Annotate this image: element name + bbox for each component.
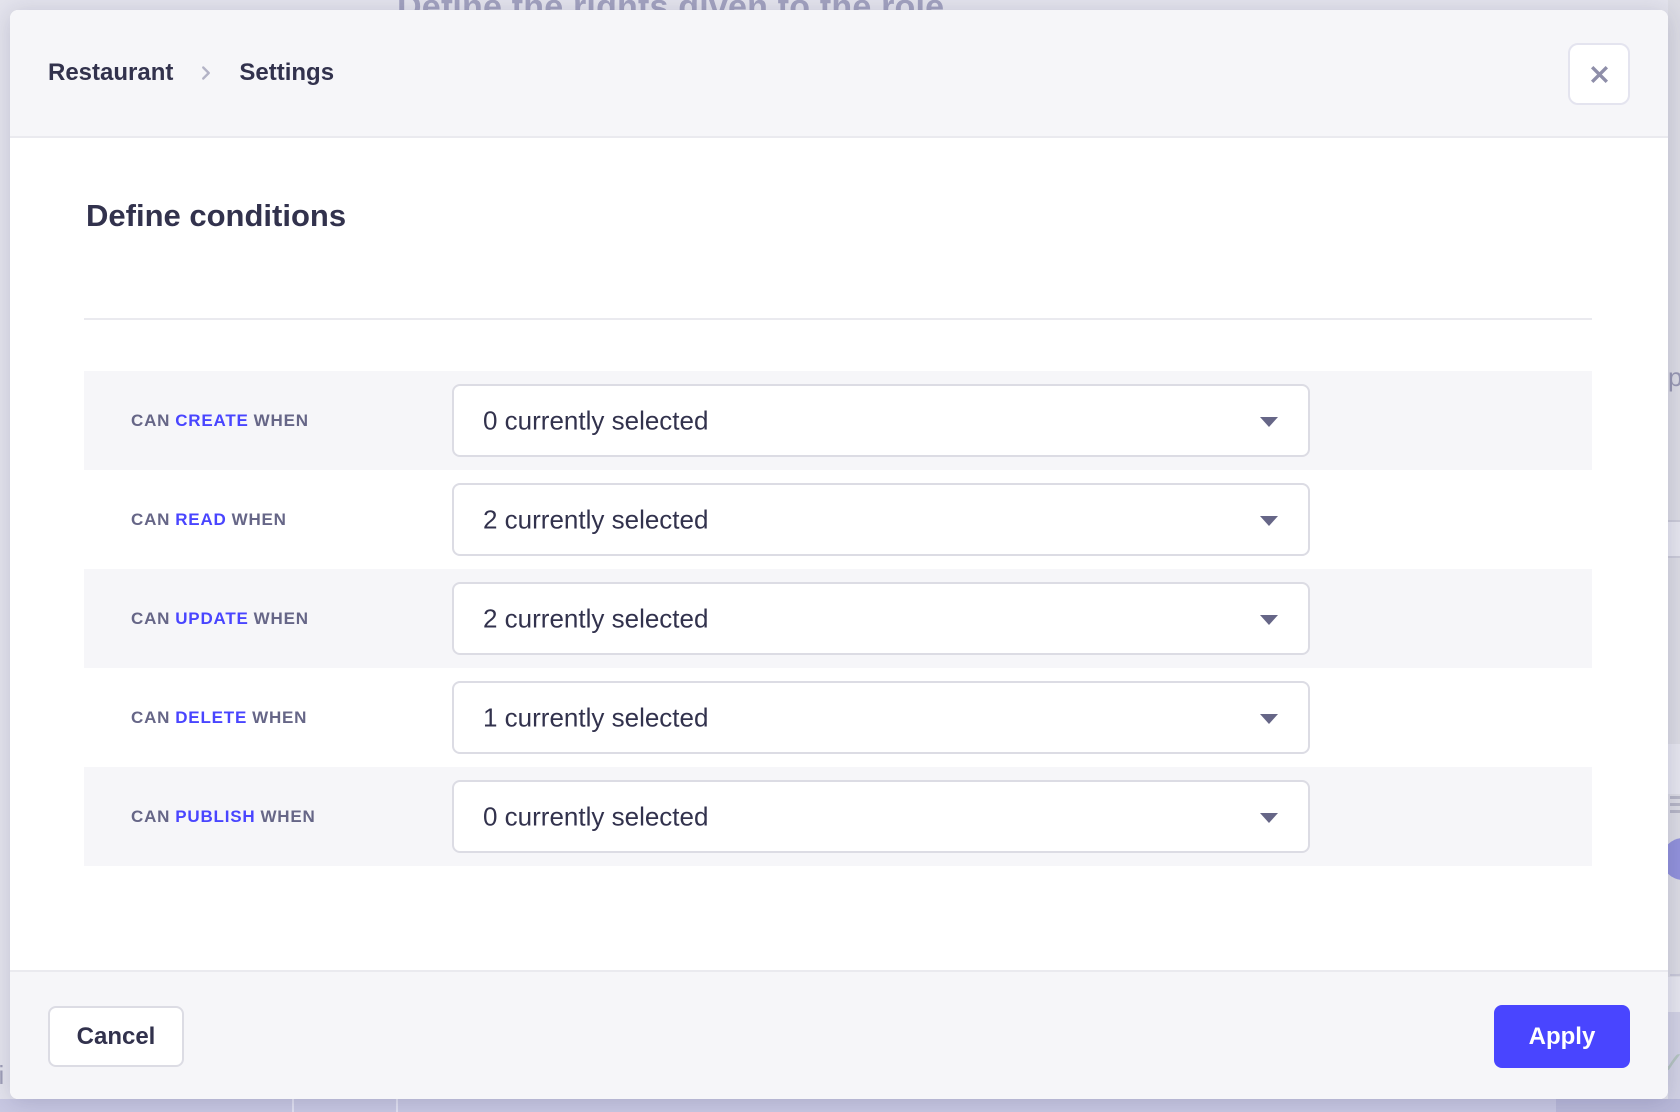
caret-down-icon (1260, 417, 1278, 427)
background-bottom-strip (0, 1099, 1680, 1112)
background-dash-fragment (1670, 803, 1680, 806)
cancel-button[interactable]: Cancel (48, 1006, 184, 1067)
background-band-fragment (1668, 522, 1680, 556)
condition-label-prefix: CAN (131, 411, 170, 430)
caret-down-icon (1260, 714, 1278, 724)
condition-row: CAN DELETE WHEN 1 currently selected (84, 668, 1592, 767)
condition-label-suffix: WHEN (252, 708, 307, 727)
caret-down-icon (1260, 813, 1278, 823)
condition-label: CAN READ WHEN (131, 510, 287, 530)
background-band-fragment (1668, 977, 1680, 1012)
caret-down-icon (1260, 615, 1278, 625)
condition-label-action: CREATE (175, 411, 248, 430)
condition-label-action: DELETE (175, 708, 247, 727)
condition-label-suffix: WHEN (254, 609, 309, 628)
select-value: 2 currently selected (483, 603, 708, 634)
background-text-fragment: ai (0, 1060, 4, 1091)
condition-label-action: UPDATE (175, 609, 248, 628)
condition-label-suffix: WHEN (232, 510, 287, 529)
condition-label-action: READ (175, 510, 226, 529)
condition-label: CAN CREATE WHEN (131, 411, 309, 431)
condition-label: CAN UPDATE WHEN (131, 609, 309, 629)
select-value: 2 currently selected (483, 504, 708, 535)
breadcrumb: Restaurant Settings (48, 59, 334, 87)
conditions-modal: Restaurant Settings Define conditions CA… (10, 10, 1668, 1099)
select-value: 0 currently selected (483, 405, 708, 436)
condition-label-prefix: CAN (131, 708, 170, 727)
condition-row: CAN CREATE WHEN 0 currently selected (84, 371, 1592, 470)
breadcrumb-current: Settings (239, 59, 334, 87)
divider (84, 318, 1592, 320)
conditions-select-create[interactable]: 0 currently selected (452, 384, 1310, 457)
background-dash-fragment (1670, 810, 1680, 813)
condition-label: CAN DELETE WHEN (131, 708, 307, 728)
condition-row: CAN PUBLISH WHEN 0 currently selected (84, 767, 1592, 866)
condition-label-prefix: CAN (131, 510, 170, 529)
conditions-select-publish[interactable]: 0 currently selected (452, 780, 1310, 853)
caret-down-icon (1260, 516, 1278, 526)
background-gridline-fragment (292, 1099, 294, 1112)
condition-label-suffix: WHEN (254, 411, 309, 430)
condition-label: CAN PUBLISH WHEN (131, 807, 316, 827)
condition-row: CAN READ WHEN 2 currently selected (84, 470, 1592, 569)
condition-label-suffix: WHEN (260, 807, 315, 826)
select-value: 1 currently selected (483, 702, 708, 733)
background-band-fragment (1668, 744, 1680, 794)
modal-header: Restaurant Settings (10, 10, 1668, 138)
conditions-table: CAN CREATE WHEN 0 currently selected CAN RE… (84, 371, 1592, 866)
breadcrumb-collection: Restaurant (48, 59, 173, 87)
conditions-select-delete[interactable]: 1 currently selected (452, 681, 1310, 754)
select-value: 0 currently selected (483, 801, 708, 832)
background-dash-fragment (1670, 796, 1680, 799)
condition-row: CAN UPDATE WHEN 2 currently selected (84, 569, 1592, 668)
close-button[interactable] (1568, 43, 1630, 105)
modal-body: Define conditions CAN CREATE WHEN 0 curren… (10, 140, 1668, 970)
x-icon (1586, 61, 1613, 88)
chevron-right-icon (195, 62, 217, 84)
modal-footer: Cancel Apply (10, 970, 1668, 1099)
modal-title: Define conditions (86, 198, 346, 234)
conditions-select-read[interactable]: 2 currently selected (452, 483, 1310, 556)
condition-label-action: PUBLISH (175, 807, 255, 826)
background-divider-fragment (1668, 556, 1680, 558)
background-band-fragment (1556, 1099, 1680, 1112)
background-right-strip: p ✓ (1668, 0, 1680, 1112)
apply-button[interactable]: Apply (1494, 1005, 1630, 1068)
condition-label-prefix: CAN (131, 807, 170, 826)
background-gridline-fragment (396, 1099, 398, 1112)
conditions-select-update[interactable]: 2 currently selected (452, 582, 1310, 655)
condition-label-prefix: CAN (131, 609, 170, 628)
background-card-corner-fragment (1670, 946, 1680, 976)
background-text-fragment: p (1668, 362, 1680, 393)
